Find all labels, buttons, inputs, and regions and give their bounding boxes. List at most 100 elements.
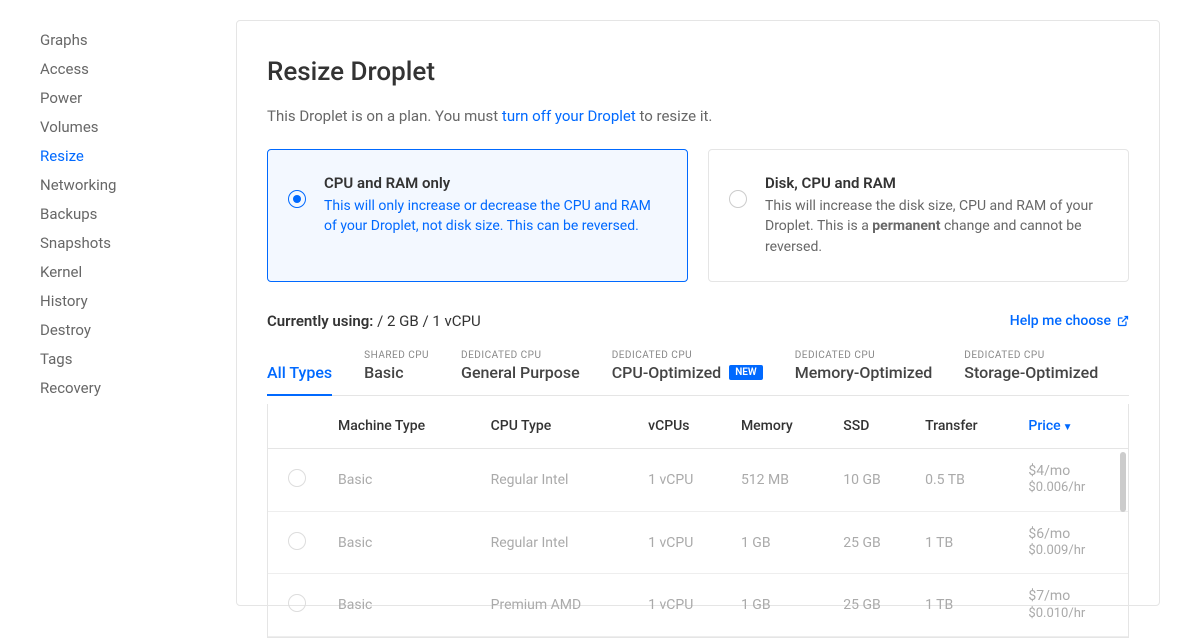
turn-off-link[interactable]: turn off your Droplet [502,107,636,125]
option-disk-cpu-ram[interactable]: Disk, CPU and RAM This will increase the… [708,149,1129,282]
cell-cpu-type: Premium AMD [481,574,639,637]
tab-label: Basic [364,363,403,382]
currently-using: Currently using: / 2 GB / 1 vCPU [267,312,481,330]
col-price[interactable]: Price▼ [1018,404,1128,449]
tab-supertitle: DEDICATED CPU [612,350,763,361]
radio-icon[interactable] [288,469,306,487]
tab-supertitle: DEDICATED CPU [795,350,933,361]
cell-transfer: 0.5 TB [915,448,1018,511]
scrollbar-thumb[interactable] [1120,452,1126,512]
cell-vcpus: 1 vCPU [638,574,731,637]
cell-price: $6/mo$0.009/hr [1018,511,1128,574]
cell-ssd: 25 GB [833,574,915,637]
plans-table-wrap: Machine Type CPU Type vCPUs Memory SSD T… [267,404,1129,638]
tab-label: All Types [267,363,332,382]
col-ssd[interactable]: SSD [833,404,915,449]
tab-label: General Purpose [461,363,580,382]
cell-price: $4/mo$0.006/hr [1018,448,1128,511]
tab-label: Storage-Optimized [964,363,1098,382]
intro-text: This Droplet is on a plan. You must turn… [267,107,1129,125]
radio-icon [729,190,747,208]
option-desc: This will only increase or decrease the … [324,196,663,237]
external-link-icon [1117,315,1129,327]
radio-icon[interactable] [288,594,306,612]
sidebar-item-access[interactable]: Access [40,55,236,84]
radio-icon [288,190,306,208]
scrollbar[interactable] [1120,452,1126,637]
resize-options: CPU and RAM only This will only increase… [267,149,1129,282]
option-content: Disk, CPU and RAM This will increase the… [765,174,1104,257]
tab-label: Memory-Optimized [795,363,933,382]
col-vcpus[interactable]: vCPUs [638,404,731,449]
tab-cpu-optimized[interactable]: DEDICATED CPU CPU-Optimized NEW [612,350,763,396]
sidebar-item-tags[interactable]: Tags [40,345,236,374]
col-transfer[interactable]: Transfer [915,404,1018,449]
tab-storage-optimized[interactable]: DEDICATED CPU Storage-Optimized [964,350,1098,396]
cell-memory: 1 GB [731,574,833,637]
option-content: CPU and RAM only This will only increase… [324,174,663,237]
plans-table: Machine Type CPU Type vCPUs Memory SSD T… [268,404,1128,637]
cell-ssd: 10 GB [833,448,915,511]
currently-using-value: / 2 GB / 1 vCPU [373,312,480,330]
tab-all-types[interactable]: All Types [267,350,332,396]
sidebar-item-destroy[interactable]: Destroy [40,316,236,345]
table-row[interactable]: BasicRegular Intel1 vCPU1 GB25 GB1 TB$6/… [268,511,1128,574]
intro-after: to resize it. [636,107,713,125]
sidebar-item-kernel[interactable]: Kernel [40,258,236,287]
col-memory[interactable]: Memory [731,404,833,449]
cell-machine-type: Basic [328,511,481,574]
cell-memory: 1 GB [731,511,833,574]
col-cpu-type[interactable]: CPU Type [481,404,639,449]
sidebar-item-backups[interactable]: Backups [40,200,236,229]
sidebar-item-power[interactable]: Power [40,84,236,113]
sidebar-item-history[interactable]: History [40,287,236,316]
currently-using-label: Currently using: [267,312,373,330]
col-select [268,404,328,449]
sidebar-item-graphs[interactable]: Graphs [40,26,236,55]
new-badge: NEW [729,365,763,380]
option-title: Disk, CPU and RAM [765,174,1104,192]
option-cpu-ram[interactable]: CPU and RAM only This will only increase… [267,149,688,282]
caret-down-icon: ▼ [1063,422,1073,433]
tab-supertitle: DEDICATED CPU [964,350,1098,361]
sidebar-item-volumes[interactable]: Volumes [40,113,236,142]
main-panel: Resize Droplet This Droplet is on a plan… [236,20,1160,606]
sidebar-item-snapshots[interactable]: Snapshots [40,229,236,258]
sidebar: Graphs Access Power Volumes Resize Netwo… [0,0,236,606]
option-desc: This will increase the disk size, CPU an… [765,196,1104,257]
table-row[interactable]: BasicPremium AMD1 vCPU1 GB25 GB1 TB$7/mo… [268,574,1128,637]
cell-machine-type: Basic [328,574,481,637]
cell-ssd: 25 GB [833,511,915,574]
option-title: CPU and RAM only [324,174,663,192]
page-title: Resize Droplet [267,57,1129,87]
cell-transfer: 1 TB [915,574,1018,637]
col-machine-type[interactable]: Machine Type [328,404,481,449]
tab-supertitle: DEDICATED CPU [461,350,580,361]
sidebar-item-networking[interactable]: Networking [40,171,236,200]
cell-memory: 512 MB [731,448,833,511]
cell-cpu-type: Regular Intel [481,511,639,574]
cell-vcpus: 1 vCPU [638,511,731,574]
tab-label: CPU-Optimized [612,363,722,382]
sidebar-item-resize[interactable]: Resize [40,142,236,171]
radio-icon[interactable] [288,532,306,550]
current-row: Currently using: / 2 GB / 1 vCPU Help me… [267,312,1129,330]
cell-vcpus: 1 vCPU [638,448,731,511]
cell-price: $7/mo$0.010/hr [1018,574,1128,637]
option-desc-bold: permanent [872,218,940,234]
tab-supertitle: SHARED CPU [364,350,429,361]
plan-tabs: All Types SHARED CPU Basic DEDICATED CPU… [267,336,1129,396]
price-header-text: Price [1028,418,1060,434]
cell-cpu-type: Regular Intel [481,448,639,511]
help-link-text: Help me choose [1010,313,1111,329]
cell-transfer: 1 TB [915,511,1018,574]
help-me-choose-link[interactable]: Help me choose [1010,313,1129,329]
sidebar-item-recovery[interactable]: Recovery [40,374,236,403]
table-row[interactable]: BasicRegular Intel1 vCPU512 MB10 GB0.5 T… [268,448,1128,511]
cell-machine-type: Basic [328,448,481,511]
tab-basic[interactable]: SHARED CPU Basic [364,350,429,396]
tab-general-purpose[interactable]: DEDICATED CPU General Purpose [461,350,580,396]
intro-before: This Droplet is on a plan. You must [267,107,502,125]
tab-memory-optimized[interactable]: DEDICATED CPU Memory-Optimized [795,350,933,396]
tab-supertitle [267,350,332,361]
